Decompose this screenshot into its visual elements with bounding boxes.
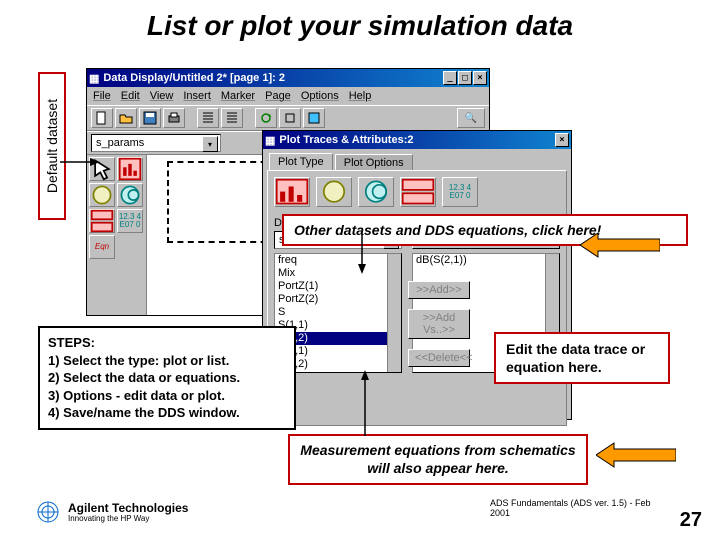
list-b-icon[interactable]	[221, 108, 243, 128]
arrow-other-datasets	[352, 234, 372, 274]
step-2: 2) Select the data or equations.	[48, 369, 286, 387]
minimize-button[interactable]: _	[443, 71, 457, 85]
default-dataset-label: Default dataset	[38, 72, 66, 220]
logo: Agilent Technologies Innovating the HP W…	[34, 498, 188, 526]
type-polar-icon[interactable]	[316, 177, 352, 207]
big-arrow-right	[596, 440, 676, 470]
list-item[interactable]: S	[275, 306, 401, 319]
type-rect-icon[interactable]	[274, 177, 310, 207]
stack-plot-icon[interactable]	[89, 209, 115, 233]
close-button[interactable]: ×	[473, 71, 487, 85]
save-icon[interactable]	[139, 108, 161, 128]
polar-plot-icon[interactable]	[89, 183, 115, 207]
dialog-title: Plot Traces & Attributes:2	[279, 134, 413, 146]
app-icon: ▦	[89, 72, 99, 85]
dataset-dropdown-main[interactable]: s_params	[91, 134, 221, 152]
type-stack-icon[interactable]	[400, 177, 436, 207]
menu-insert[interactable]: Insert	[183, 90, 211, 102]
footnote: ADS Fundamentals (ADS ver. 1.5) - Feb 20…	[490, 498, 660, 518]
tab-plot-options[interactable]: Plot Options	[335, 154, 413, 171]
plot-placeholder	[167, 161, 277, 243]
toolbar-main: 🔍	[87, 105, 489, 131]
callout-edit-trace: Edit the data trace or equation here.	[494, 332, 670, 384]
menubar: File Edit View Insert Marker Page Option…	[87, 87, 489, 105]
arrow-meas-eqns	[350, 370, 380, 436]
menu-options[interactable]: Options	[301, 90, 339, 102]
menu-help[interactable]: Help	[349, 90, 372, 102]
list-a-icon[interactable]	[197, 108, 219, 128]
callout-measurement-eqns: Measurement equations from schematics wi…	[288, 434, 588, 485]
zoom-in-icon[interactable]: 🔍	[457, 108, 485, 128]
titlebar-dialog[interactable]: ▦ Plot Traces & Attributes:2 ×	[263, 131, 571, 149]
titlebar-main[interactable]: ▦ Data Display/Untitled 2* [page 1]: 2 _…	[87, 69, 489, 87]
logo-tagline: Innovating the HP Way	[68, 514, 188, 523]
list-item[interactable]: Mix	[275, 267, 401, 280]
step-3: 3) Options - edit data or plot.	[48, 387, 286, 405]
window-title: Data Display/Untitled 2* [page 1]: 2	[103, 72, 285, 84]
slide-title: List or plot your simulation data	[0, 0, 720, 50]
type-smith-icon[interactable]	[358, 177, 394, 207]
smith-plot-icon[interactable]	[117, 183, 143, 207]
logo-icon	[34, 498, 62, 526]
list-item[interactable]: PortZ(1)	[275, 280, 401, 293]
print-icon[interactable]	[163, 108, 185, 128]
scrollbar[interactable]	[387, 254, 401, 372]
type-list-icon[interactable]: 12.3 4 E07 0	[442, 177, 478, 207]
step-4: 4) Save/name the DDS window.	[48, 404, 286, 422]
menu-view[interactable]: View	[150, 90, 174, 102]
delete-button[interactable]: <<Delete<<	[408, 349, 470, 367]
steps-heading: STEPS:	[48, 334, 286, 352]
add-button[interactable]: >>Add>>	[408, 281, 470, 299]
big-arrow-left	[580, 230, 660, 260]
menu-marker[interactable]: Marker	[221, 90, 255, 102]
list-item[interactable]: PortZ(2)	[275, 293, 401, 306]
add-vs-button[interactable]: >>Add Vs..>>	[408, 309, 470, 339]
zoom-icon[interactable]	[279, 108, 301, 128]
arrow-vertical-label	[60, 152, 100, 172]
steps-box: STEPS: 1) Select the type: plot or list.…	[38, 326, 296, 430]
grid-icon[interactable]	[303, 108, 325, 128]
logo-name: Agilent Technologies	[68, 502, 188, 514]
tab-plot-type[interactable]: Plot Type	[269, 153, 333, 170]
refresh-icon[interactable]	[255, 108, 277, 128]
rect-plot-icon[interactable]	[117, 157, 143, 181]
menu-page[interactable]: Page	[265, 90, 291, 102]
dialog-icon: ▦	[265, 134, 275, 147]
maximize-button[interactable]: □	[458, 71, 472, 85]
open-icon[interactable]	[115, 108, 137, 128]
menu-edit[interactable]: Edit	[121, 90, 140, 102]
eqn-icon[interactable]: Eqn	[89, 235, 115, 259]
new-icon[interactable]	[91, 108, 113, 128]
palette-main: 12.3 4 E07 0 Eqn	[87, 155, 147, 315]
trace-item[interactable]: dB(S(2,1))	[413, 254, 559, 267]
list-plot-icon[interactable]: 12.3 4 E07 0	[117, 209, 143, 233]
dialog-close-button[interactable]: ×	[555, 133, 569, 147]
step-1: 1) Select the type: plot or list.	[48, 352, 286, 370]
page-number: 27	[680, 509, 702, 532]
list-item[interactable]: freq	[275, 254, 401, 267]
menu-file[interactable]: File	[93, 90, 111, 102]
